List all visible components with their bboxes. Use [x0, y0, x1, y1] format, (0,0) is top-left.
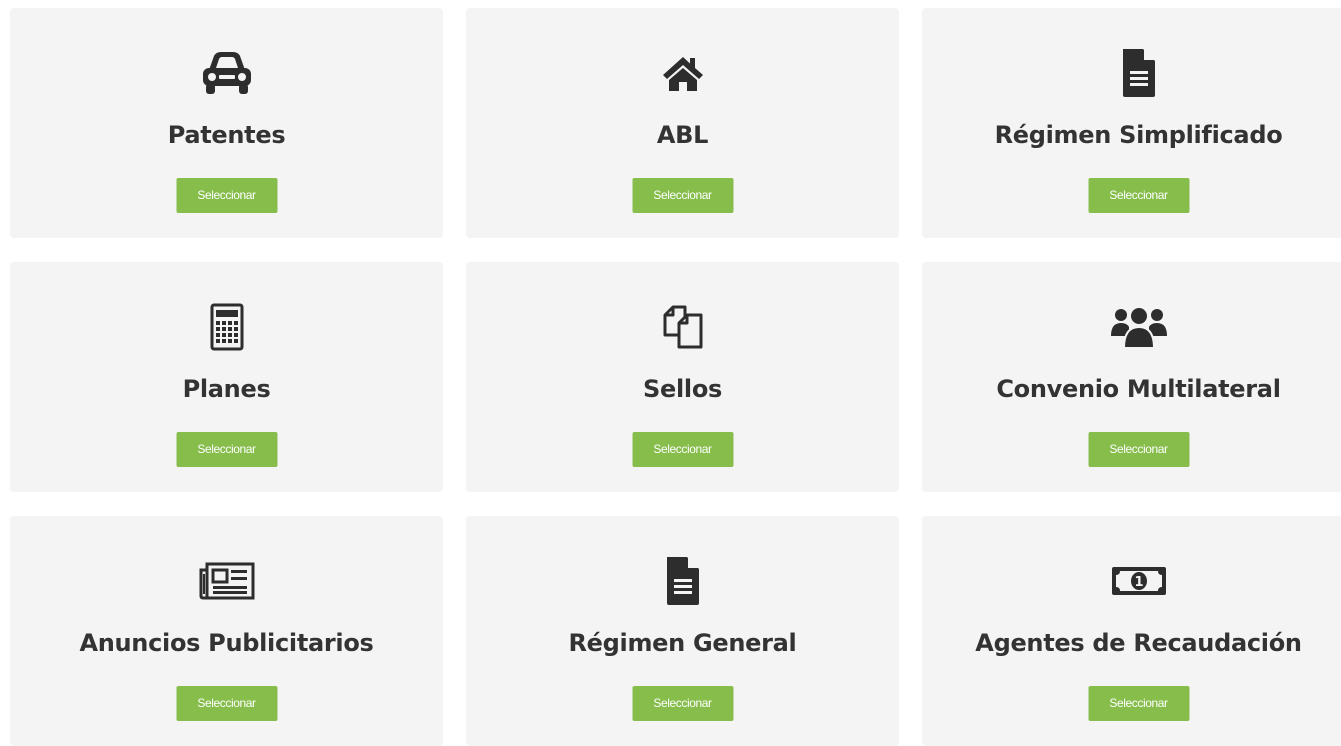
select-button-patentes[interactable]: Seleccionar	[176, 178, 277, 213]
select-button-convenio-multilateral[interactable]: Seleccionar	[1088, 432, 1189, 467]
card-title: Agentes de Recaudación	[975, 629, 1302, 657]
card-regimen-simplificado: Régimen Simplificado Seleccionar	[922, 8, 1341, 238]
card-regimen-general: Régimen General Seleccionar	[466, 516, 899, 746]
card-title: Patentes	[167, 121, 286, 149]
select-button-planes[interactable]: Seleccionar	[176, 432, 277, 467]
money-icon: 1	[1107, 554, 1171, 608]
card-title: Régimen General	[568, 629, 797, 657]
card-anuncios-publicitarios: Anuncios Publicitarios Seleccionar	[10, 516, 443, 746]
home-icon	[651, 46, 715, 100]
select-button-sellos[interactable]: Seleccionar	[632, 432, 733, 467]
card-title: Régimen Simplificado	[994, 121, 1283, 149]
card-agentes-de-recaudacion: 1 Agentes de Recaudación Seleccionar	[922, 516, 1341, 746]
card-title: Sellos	[643, 375, 722, 403]
card-title: Planes	[182, 375, 271, 403]
select-button-agentes-de-recaudacion[interactable]: Seleccionar	[1088, 686, 1189, 721]
svg-text:1: 1	[1134, 575, 1143, 590]
users-icon	[1107, 300, 1171, 354]
card-patentes: Patentes Seleccionar	[10, 8, 443, 238]
document-icon	[651, 554, 715, 608]
card-title: Anuncios Publicitarios	[79, 629, 374, 657]
select-button-regimen-general[interactable]: Seleccionar	[632, 686, 733, 721]
calculator-icon	[195, 300, 259, 354]
card-title: ABL	[656, 121, 709, 149]
newspaper-icon	[195, 554, 259, 608]
card-convenio-multilateral: Convenio Multilateral Seleccionar	[922, 262, 1341, 492]
select-button-abl[interactable]: Seleccionar	[632, 178, 733, 213]
card-planes: Planes Seleccionar	[10, 262, 443, 492]
service-grid: Patentes Seleccionar ABL Seleccionar Rég…	[10, 8, 1341, 746]
document-icon	[1107, 46, 1171, 100]
card-sellos: Sellos Seleccionar	[466, 262, 899, 492]
car-icon	[195, 46, 259, 100]
select-button-regimen-simplificado[interactable]: Seleccionar	[1088, 178, 1189, 213]
select-button-anuncios-publicitarios[interactable]: Seleccionar	[176, 686, 277, 721]
card-abl: ABL Seleccionar	[466, 8, 899, 238]
copy-icon	[651, 300, 715, 354]
card-title: Convenio Multilateral	[996, 375, 1281, 403]
